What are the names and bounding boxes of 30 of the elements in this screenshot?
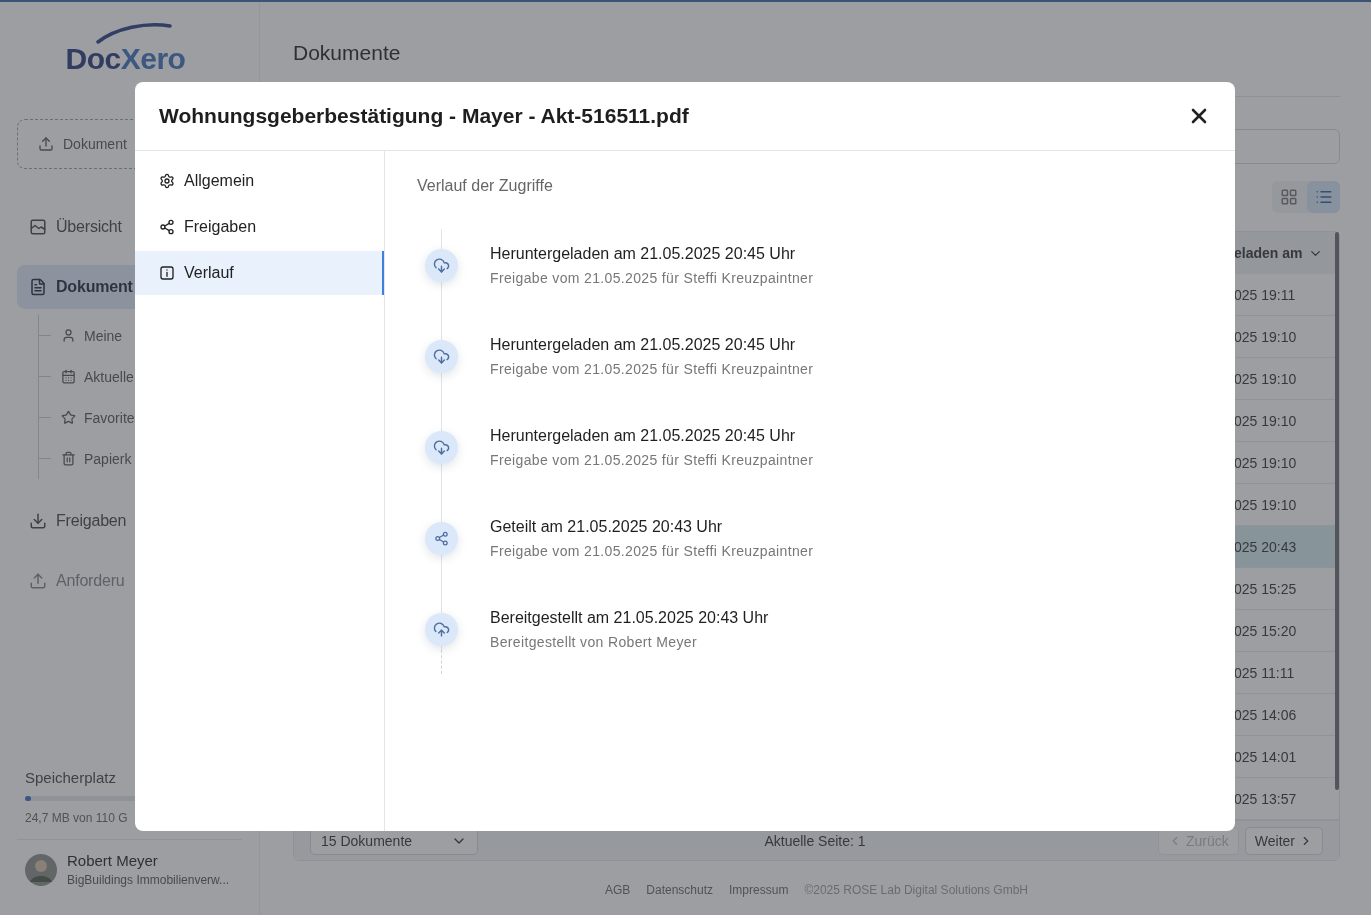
- user-name: Robert Meyer: [67, 852, 159, 869]
- storage-label: Speicherplatz: [25, 769, 117, 786]
- event-title: Geteilt am 21.05.2025 20:43 Uhr: [490, 518, 724, 536]
- table-cell-text: 025 19:10: [1234, 411, 1298, 431]
- event-title: Heruntergeladen am 21.05.2025 20:45 Uhr: [490, 245, 797, 263]
- table-cell-text: 025 19:10: [1234, 369, 1298, 389]
- table-cell-text: 025 19:10: [1234, 327, 1298, 347]
- table-cell-text: 025 14:01: [1234, 747, 1298, 767]
- event-title: Heruntergeladen am 21.05.2025 20:45 Uhr: [490, 427, 797, 445]
- table-cell-text: 025 13:57: [1234, 789, 1298, 809]
- table-cell-text: 025 20:43: [1234, 537, 1298, 557]
- storage-reading: 24,7 MB von 110 G: [25, 811, 129, 825]
- table-cell-text: 025 19:10: [1234, 495, 1298, 515]
- user-organization: BigBuildings Immobilienverw...: [67, 873, 230, 887]
- section-heading: Verlauf der Zugriffe: [417, 177, 554, 195]
- table-cell-text: 025 19:10: [1234, 453, 1298, 473]
- table-cell-text: 025 19:11: [1234, 285, 1297, 305]
- table-cell-text: 025 14:06: [1234, 705, 1298, 725]
- table-cell-text: 025 15:20: [1234, 621, 1298, 641]
- event-detail: Freigabe vom 21.05.2025 für Steffi Kreuzpaintner: [490, 361, 814, 377]
- table-cell-text: 025 15:25: [1234, 579, 1298, 599]
- event-detail: Freigabe vom 21.05.2025 für Steffi Kreuzpaintner: [490, 270, 814, 286]
- event-title: Bereitgestellt am 21.05.2025 20:43 Uhr: [490, 609, 769, 627]
- event-detail: Bereitgestellt von Robert Meyer: [490, 634, 698, 650]
- current-page: Aktuelle Seite: 1: [763, 832, 867, 849]
- event-detail: Freigabe vom 21.05.2025 für Steffi Kreuzpaintner: [490, 452, 814, 468]
- table-cell-text: 025 11:11: [1234, 663, 1296, 683]
- event-detail: Freigabe vom 21.05.2025 für Steffi Kreuzpaintner: [490, 543, 814, 559]
- event-title: Heruntergeladen am 21.05.2025 20:45 Uhr: [490, 336, 797, 354]
- logo-text: DocXero: [65, 44, 186, 74]
